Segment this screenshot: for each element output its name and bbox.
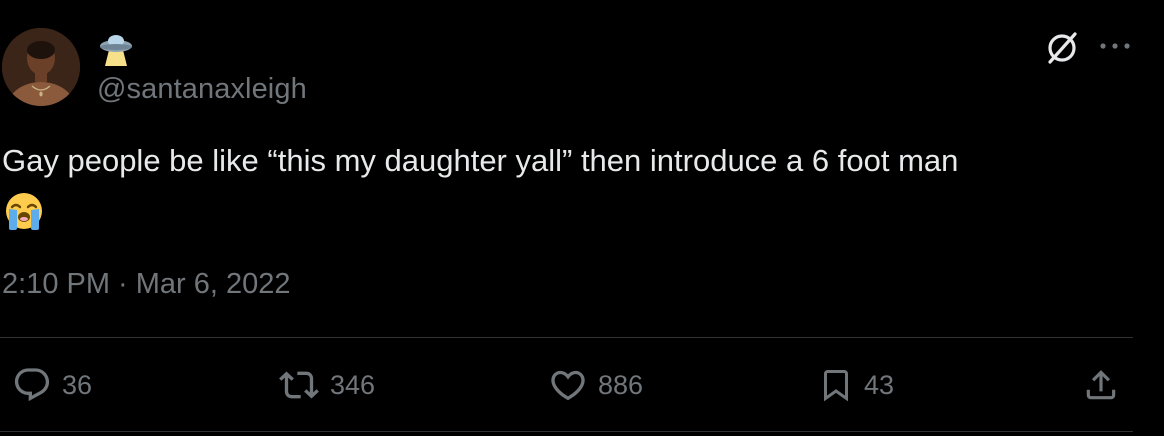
divider bbox=[0, 337, 1133, 338]
heart-icon bbox=[551, 370, 585, 401]
tweet-text: Gay people be like “this my daughter yal… bbox=[2, 143, 959, 178]
bookmark-button[interactable]: 43 bbox=[818, 364, 894, 406]
reply-button[interactable]: 36 bbox=[12, 364, 92, 406]
like-button[interactable]: 886 bbox=[548, 364, 643, 406]
tweet-timestamp[interactable]: 2:10 PM · Mar 6, 2022 bbox=[2, 266, 291, 302]
retweet-count: 346 bbox=[330, 370, 376, 400]
retweet-button[interactable]: 346 bbox=[278, 364, 375, 406]
more-horizontal-icon[interactable] bbox=[1098, 36, 1132, 56]
share-button[interactable] bbox=[1082, 364, 1120, 406]
grok-icon[interactable] bbox=[1042, 28, 1082, 68]
divider-bottom bbox=[0, 431, 1133, 432]
bookmark-count: 43 bbox=[864, 370, 895, 400]
like-count: 886 bbox=[598, 370, 644, 400]
retweet-icon bbox=[279, 371, 319, 399]
share-icon bbox=[1086, 370, 1116, 400]
reply-count: 36 bbox=[62, 370, 93, 400]
reply-icon bbox=[14, 368, 50, 402]
bookmark-icon bbox=[824, 370, 848, 402]
avatar[interactable] bbox=[2, 28, 80, 106]
flying-saucer-emoji-icon bbox=[98, 32, 134, 66]
author-handle[interactable]: @santanaxleigh bbox=[97, 72, 307, 106]
loudly-crying-face-emoji-icon bbox=[3, 190, 45, 232]
